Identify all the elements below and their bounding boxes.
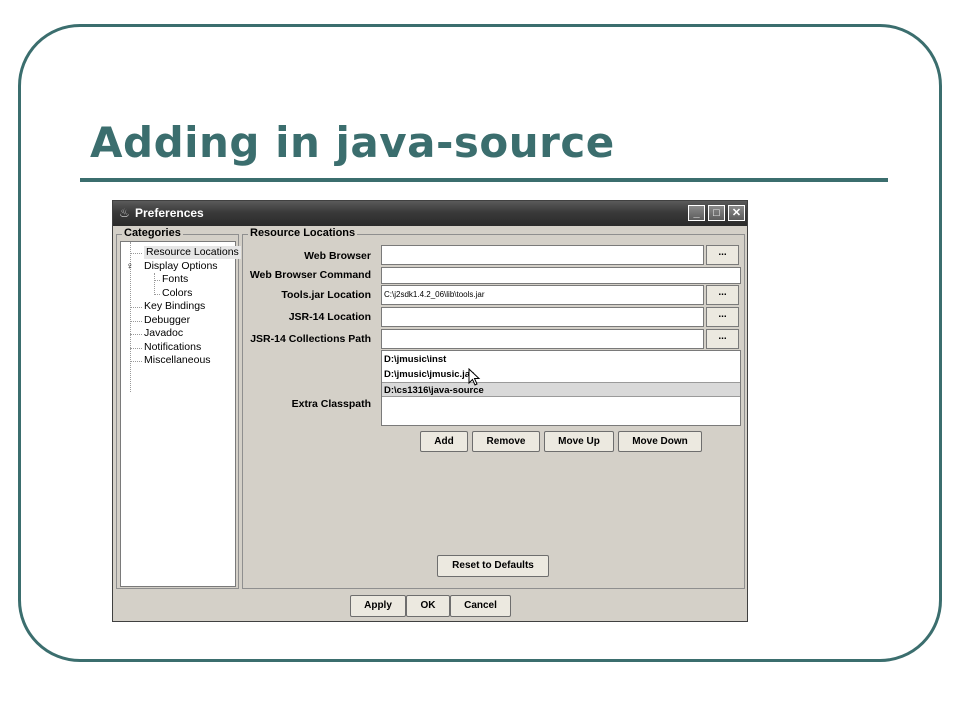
window-title: Preferences: [135, 206, 204, 220]
tree-connector: [130, 253, 142, 254]
tools-jar-field[interactable]: C:\j2sdk1.4.2_06\lib\tools.jar: [381, 285, 704, 305]
tree-item-javadoc[interactable]: Javadoc: [144, 327, 183, 340]
mouse-cursor-icon: [468, 368, 481, 386]
move-down-button[interactable]: Move Down: [618, 431, 702, 452]
web-browser-browse-button[interactable]: ...: [706, 245, 739, 265]
tree-connector: [154, 273, 155, 295]
expand-toggle-icon[interactable]: ♀: [126, 261, 134, 273]
tree-item-colors[interactable]: Colors: [162, 287, 192, 300]
java-cup-icon: ♨: [119, 206, 130, 220]
categories-label: Categories: [122, 227, 183, 239]
title-divider: [80, 178, 888, 182]
tree-connector: [130, 307, 142, 308]
maximize-button[interactable]: □: [708, 205, 725, 221]
tree-item-resource-locations[interactable]: Resource Locations: [144, 246, 241, 259]
web-browser-command-field[interactable]: [381, 267, 741, 284]
ok-button[interactable]: OK: [406, 595, 450, 617]
tree-connector: [154, 280, 160, 281]
remove-button[interactable]: Remove: [472, 431, 540, 452]
tree-item-display-options[interactable]: Display Options: [144, 260, 218, 273]
tools-jar-label: Tools.jar Location: [281, 289, 371, 301]
classpath-item-selected[interactable]: D:\cs1316\java-source: [382, 382, 740, 397]
reset-to-defaults-button[interactable]: Reset to Defaults: [437, 555, 549, 577]
slide-title: Adding in java-source: [90, 118, 615, 167]
jsr14-collections-field[interactable]: [381, 329, 704, 349]
tree-connector: [130, 348, 142, 349]
extra-classpath-list[interactable]: D:\jmusic\inst D:\jmusic\jmusic.jar D:\c…: [381, 350, 741, 426]
tree-item-miscellaneous[interactable]: Miscellaneous: [144, 354, 211, 367]
tree-item-notifications[interactable]: Notifications: [144, 341, 201, 354]
web-browser-label: Web Browser: [304, 250, 371, 262]
tools-jar-browse-button[interactable]: ...: [706, 285, 739, 305]
add-button[interactable]: Add: [420, 431, 468, 452]
move-up-button[interactable]: Move Up: [544, 431, 614, 452]
jsr14-collections-browse-button[interactable]: ...: [706, 329, 739, 349]
tree-item-key-bindings[interactable]: Key Bindings: [144, 300, 205, 313]
jsr14-location-field[interactable]: [381, 307, 704, 327]
web-browser-field[interactable]: [381, 245, 704, 265]
jsr14-location-label: JSR-14 Location: [288, 311, 371, 323]
jsr14-collections-label: JSR-14 Collections Path: [250, 333, 371, 345]
categories-tree[interactable]: Resource Locations ♀ Display Options Fon…: [120, 241, 241, 587]
tree-connector: [154, 294, 160, 295]
minimize-button[interactable]: _: [688, 205, 705, 221]
web-browser-command-label: Web Browser Command: [249, 269, 371, 281]
tree-connector: [130, 361, 142, 362]
classpath-item[interactable]: D:\jmusic\jmusic.jar: [382, 367, 740, 382]
close-button[interactable]: ✕: [728, 205, 745, 221]
apply-button[interactable]: Apply: [350, 595, 406, 617]
jsr14-location-browse-button[interactable]: ...: [706, 307, 739, 327]
window-titlebar[interactable]: ♨ Preferences _ □ ✕: [113, 201, 747, 226]
tree-item-fonts[interactable]: Fonts: [162, 273, 188, 286]
cancel-button[interactable]: Cancel: [450, 595, 511, 617]
extra-classpath-label: Extra Classpath: [291, 398, 371, 410]
classpath-item[interactable]: D:\jmusic\inst: [382, 352, 740, 367]
resource-locations-label: Resource Locations: [248, 227, 358, 239]
tree-connector: [130, 334, 142, 335]
tree-item-debugger[interactable]: Debugger: [144, 314, 190, 327]
preferences-window: ♨ Preferences _ □ ✕ Categories Resource …: [112, 200, 748, 622]
tree-connector: [130, 321, 142, 322]
